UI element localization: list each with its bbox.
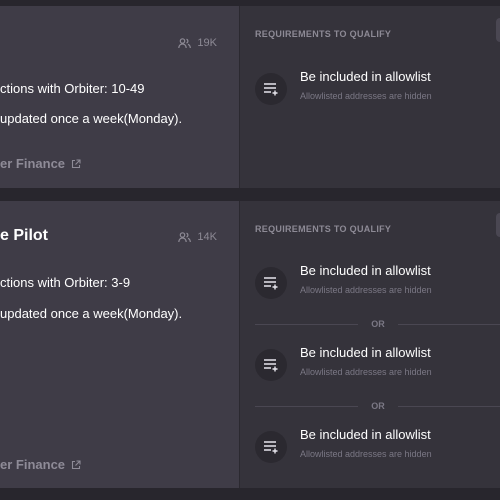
project-link-label: er Finance — [0, 457, 66, 472]
update-frequency: updated once a week(Monday). — [0, 111, 183, 126]
people-icon — [178, 37, 192, 48]
divider — [397, 323, 500, 325]
campaign-title: e Pilot — [0, 227, 49, 244]
requirements-header: REQUIREMENTS TO QUALIFY — [255, 224, 392, 234]
list-add-icon — [255, 349, 287, 381]
member-count-value: 14K — [197, 231, 217, 243]
people-icon — [178, 231, 192, 242]
or-separator: OR — [255, 400, 500, 412]
requirement-title: Be included in allowlist — [300, 427, 431, 442]
member-count: 19K — [178, 37, 217, 49]
or-separator: OR — [255, 318, 500, 330]
requirement-title: Be included in allowlist — [300, 263, 431, 278]
member-count-value: 19K — [197, 37, 217, 49]
divider — [255, 323, 359, 325]
or-label: OR — [371, 401, 385, 411]
requirement-title: Be included in allowlist — [300, 345, 431, 360]
requirement-item: Be included in allowlist Allowlisted add… — [255, 345, 432, 381]
external-link-icon — [71, 158, 81, 168]
list-add-icon — [255, 431, 287, 463]
requirement-item: Be included in allowlist Allowlisted add… — [255, 69, 432, 105]
divider — [255, 405, 359, 407]
or-label: OR — [371, 319, 385, 329]
update-frequency: updated once a week(Monday). — [0, 306, 183, 321]
requirement-subtitle: Allowlisted addresses are hidden — [300, 449, 432, 459]
panel-corner-button[interactable] — [496, 18, 500, 42]
list-add-icon — [255, 73, 287, 105]
requirement-subtitle: Allowlisted addresses are hidden — [300, 367, 432, 377]
requirement-subtitle: Allowlisted addresses are hidden — [300, 91, 432, 101]
campaign-card[interactable]: e Pilot 14K ctions with Orbiter: 3-9 upd… — [0, 201, 500, 488]
project-link-label: er Finance — [0, 156, 66, 171]
member-count: 14K — [178, 231, 217, 243]
panel-corner-button[interactable] — [496, 213, 500, 237]
requirement-title: Be included in allowlist — [300, 69, 431, 84]
project-link[interactable]: er Finance — [0, 156, 81, 171]
list-add-icon — [255, 267, 287, 299]
campaign-info: 19K ctions with Orbiter: 10-49 updated o… — [0, 6, 239, 188]
requirement-item: Be included in allowlist Allowlisted add… — [255, 427, 432, 463]
task-description: ctions with Orbiter: 3-9 — [0, 275, 131, 290]
requirements-panel: REQUIREMENTS TO QUALIFY Be included in a… — [239, 6, 500, 188]
external-link-icon — [71, 459, 81, 469]
campaign-list: 19K ctions with Orbiter: 10-49 updated o… — [0, 0, 500, 500]
requirement-item: Be included in allowlist Allowlisted add… — [255, 263, 432, 299]
requirements-header: REQUIREMENTS TO QUALIFY — [255, 29, 392, 39]
task-description: ctions with Orbiter: 10-49 — [0, 81, 145, 96]
campaign-info: e Pilot 14K ctions with Orbiter: 3-9 upd… — [0, 201, 239, 488]
divider — [397, 405, 500, 407]
requirements-panel: REQUIREMENTS TO QUALIFY Be included in a… — [239, 201, 500, 488]
requirement-subtitle: Allowlisted addresses are hidden — [300, 285, 432, 295]
project-link[interactable]: er Finance — [0, 457, 81, 472]
campaign-card[interactable]: 19K ctions with Orbiter: 10-49 updated o… — [0, 6, 500, 188]
